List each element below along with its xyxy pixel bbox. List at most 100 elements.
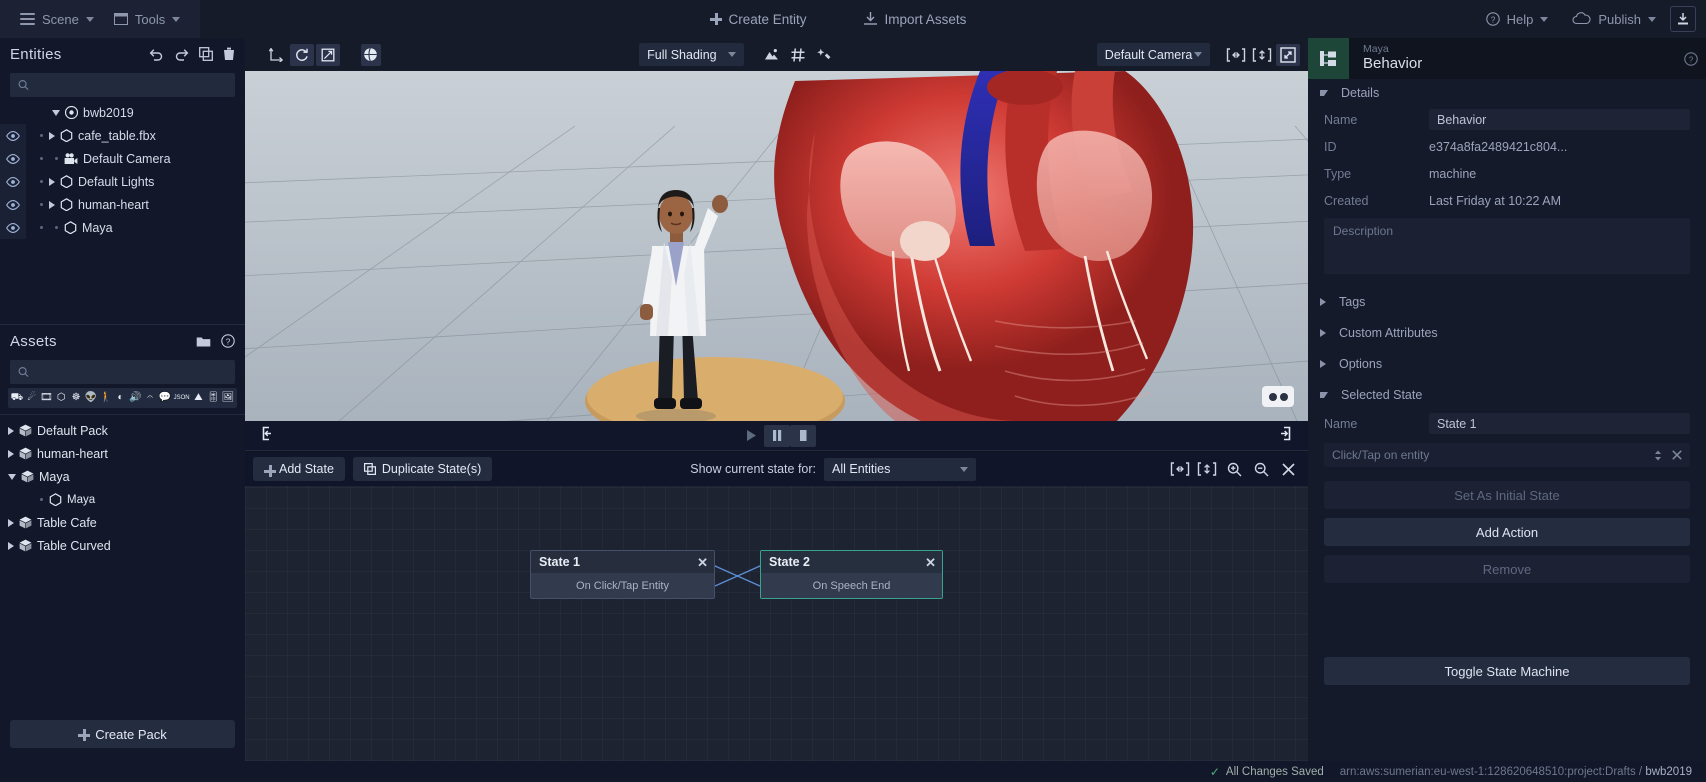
rotate-tool-button[interactable] — [290, 43, 315, 66]
selected-state-section-header[interactable]: Selected State — [1308, 381, 1706, 408]
zoom-in-button[interactable] — [1222, 458, 1246, 480]
asset-row[interactable]: Maya — [0, 488, 245, 511]
focus-horizontal-button[interactable] — [1224, 44, 1248, 66]
undo-icon[interactable] — [149, 48, 164, 61]
state-machine-canvas[interactable]: State 1 ✕ On Click/Tap Entity State 2 ✕ … — [245, 486, 1308, 761]
scale-tool-button[interactable] — [316, 43, 341, 66]
lighting-toggle-button[interactable] — [760, 44, 784, 66]
asset-row[interactable]: Maya — [0, 465, 245, 488]
detail-field-value[interactable]: Behavior — [1429, 109, 1690, 130]
zoom-out-button[interactable] — [1249, 458, 1273, 480]
world-local-toggle-button[interactable] — [360, 43, 382, 66]
chevron-down-icon[interactable] — [52, 109, 60, 116]
translate-tool-button[interactable] — [264, 44, 288, 66]
grid-toggle-button[interactable] — [786, 44, 810, 66]
state-node[interactable]: State 2 ✕ On Speech End — [760, 550, 943, 599]
close-icon[interactable]: ✕ — [697, 556, 708, 569]
asset-row[interactable]: Table Cafe — [0, 511, 245, 534]
entity-row[interactable]: cafe_table.fbx — [0, 124, 245, 147]
chevron-right-icon[interactable] — [8, 518, 14, 527]
assets-search-input[interactable] — [35, 365, 227, 379]
film-icon[interactable]: 🎞 — [40, 393, 54, 403]
import-assets-button[interactable]: Import Assets — [853, 0, 977, 38]
folder-icon[interactable] — [196, 335, 211, 348]
image-icon[interactable]: ⛰ — [192, 393, 206, 403]
add-action-button[interactable]: Add Action — [1324, 518, 1690, 546]
description-field[interactable]: Description — [1324, 218, 1690, 274]
asset-row[interactable]: Default Pack — [0, 419, 245, 442]
create-pack-button[interactable]: Create Pack — [10, 720, 235, 748]
texture-icon[interactable]: 🖼 — [221, 393, 235, 403]
collapse-left-button[interactable] — [259, 426, 274, 446]
delete-icon[interactable] — [223, 47, 235, 61]
chevron-right-icon[interactable] — [8, 426, 14, 435]
entity-filter-dropdown[interactable]: All Entities — [824, 457, 977, 481]
visibility-icon[interactable] — [6, 176, 20, 187]
custom-attributes-section-header[interactable]: Custom Attributes — [1308, 319, 1706, 346]
tags-section-header[interactable]: Tags — [1308, 288, 1706, 315]
set-initial-state-button[interactable]: Set As Initial State — [1324, 481, 1690, 509]
chevron-right-icon[interactable] — [49, 177, 55, 186]
close-icon[interactable] — [1672, 450, 1682, 460]
asset-row[interactable]: Table Curved — [0, 534, 245, 557]
state-action-row[interactable]: Click/Tap on entity — [1324, 443, 1690, 467]
close-state-machine-button[interactable] — [1276, 458, 1300, 480]
fit-horizontal-button[interactable] — [1168, 458, 1192, 480]
details-section-header[interactable]: Details — [1308, 79, 1706, 106]
play-button[interactable] — [738, 425, 764, 447]
close-icon[interactable]: ✕ — [925, 556, 936, 569]
right-panel-help-button[interactable]: ? — [1676, 38, 1706, 79]
create-entity-button[interactable]: Create Entity — [700, 0, 817, 38]
publish-button[interactable]: Publish — [1562, 0, 1666, 38]
chevron-right-icon[interactable] — [8, 449, 14, 458]
chevron-down-icon[interactable] — [8, 473, 16, 480]
duplicate-states-button[interactable]: Duplicate State(s) — [352, 457, 493, 481]
visibility-icon[interactable] — [6, 130, 20, 141]
vr-preview-badge[interactable] — [1262, 386, 1294, 407]
chevron-right-icon[interactable] — [49, 131, 55, 140]
state-node-header[interactable]: State 1 ✕ — [531, 551, 714, 573]
chevron-right-icon[interactable] — [49, 200, 55, 209]
add-state-button[interactable]: Add State — [253, 457, 345, 481]
dialog-icon[interactable]: 💬 — [158, 393, 172, 403]
walk-icon[interactable]: 🚶 — [99, 393, 113, 403]
animation-icon[interactable]: 🎚 — [206, 393, 220, 403]
visibility-icon[interactable] — [6, 222, 20, 233]
audio-icon[interactable]: 🔊 — [128, 393, 142, 403]
entity-row[interactable]: bwb2019 — [0, 101, 245, 124]
entity-visibility-toggle[interactable] — [0, 193, 26, 216]
entity-visibility-toggle[interactable] — [0, 147, 26, 170]
pause-button[interactable] — [763, 424, 790, 447]
fit-vertical-button[interactable] — [1195, 458, 1219, 480]
entity-visibility-toggle[interactable] — [0, 216, 26, 239]
focus-vertical-button[interactable] — [1250, 44, 1274, 66]
tab-behavior[interactable] — [1308, 38, 1349, 79]
state-node[interactable]: State 1 ✕ On Click/Tap Entity — [530, 550, 715, 599]
toggle-state-machine-button[interactable]: Toggle State Machine — [1324, 657, 1690, 685]
help-menu-button[interactable]: ? Help — [1476, 0, 1559, 38]
save-download-button[interactable] — [1670, 6, 1696, 32]
shading-mode-dropdown[interactable]: Full Shading — [639, 43, 744, 66]
stop-button[interactable] — [789, 424, 816, 447]
asset-row[interactable]: human-heart — [0, 442, 245, 465]
scene-menu-button[interactable]: Scene — [10, 0, 104, 38]
assets-search-box[interactable] — [10, 360, 235, 384]
entity-row[interactable]: Default Camera — [0, 147, 245, 170]
duplicate-icon[interactable] — [199, 47, 213, 61]
chevron-right-icon[interactable] — [8, 541, 14, 550]
avatar-icon[interactable]: 👽 — [84, 393, 98, 403]
redo-icon[interactable] — [174, 48, 189, 61]
entity-row[interactable]: Maya — [0, 216, 245, 239]
entity-visibility-toggle[interactable] — [0, 170, 26, 193]
state-node-header[interactable]: State 2 ✕ — [761, 551, 942, 573]
state-node-body[interactable]: On Speech End — [761, 573, 942, 598]
remove-button[interactable]: Remove — [1324, 555, 1690, 583]
state-name-input[interactable]: State 1 — [1429, 413, 1690, 434]
fullscreen-button[interactable] — [1276, 43, 1300, 66]
effects-toggle-button[interactable] — [812, 44, 836, 66]
camera-dropdown[interactable]: Default Camera — [1096, 43, 1210, 66]
material-icon[interactable]: ◐ — [114, 393, 128, 403]
mesh-icon[interactable]: ⬡ — [54, 393, 68, 403]
tools-menu-button[interactable]: Tools — [104, 0, 190, 38]
expand-right-button[interactable] — [1279, 426, 1294, 446]
